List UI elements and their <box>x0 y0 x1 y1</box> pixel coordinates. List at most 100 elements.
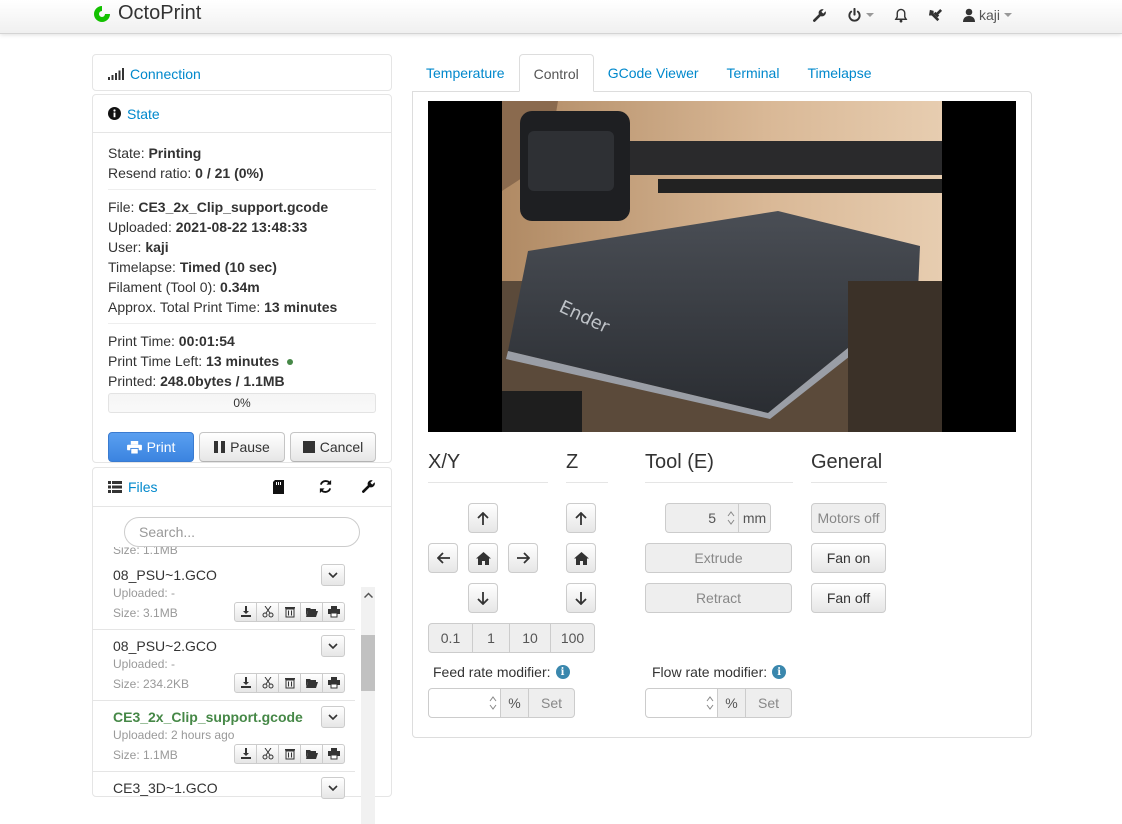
file-action-download-button[interactable] <box>234 673 257 693</box>
file-list-scrollbar[interactable] <box>361 587 375 824</box>
settings-wrench-button[interactable] <box>802 0 837 30</box>
file-action-trash-button[interactable] <box>278 602 301 622</box>
file-action-print-button[interactable] <box>322 744 345 764</box>
webcam-image: Ender <box>502 101 942 432</box>
jog-y-minus-button[interactable] <box>468 583 498 613</box>
jog-x-plus-button[interactable] <box>508 543 538 573</box>
tab-control[interactable]: Control <box>518 54 594 92</box>
folder-open-icon <box>305 679 318 688</box>
arrow-down-icon <box>575 591 587 605</box>
jog-z-minus-button[interactable] <box>566 583 596 613</box>
file-list-item[interactable]: CE3_3D~1.GCO <box>93 772 355 824</box>
jog-y-plus-button[interactable] <box>468 503 498 533</box>
step-0-1-button[interactable]: 0.1 <box>428 623 473 653</box>
motors-off-button[interactable]: Motors off <box>811 503 886 533</box>
step-100-button[interactable]: 100 <box>550 623 595 653</box>
file-action-scissors-button[interactable] <box>256 673 279 693</box>
fan-off-button[interactable]: Fan off <box>811 583 886 613</box>
feed-rate-input[interactable] <box>428 688 501 718</box>
divider <box>428 482 548 483</box>
state-header[interactable]: State <box>93 95 391 132</box>
extrude-amount-input[interactable]: 5 <box>665 503 739 533</box>
tab-temperature[interactable]: Temperature <box>412 54 519 92</box>
flow-rate-set-button[interactable]: Set <box>745 688 792 718</box>
fan-on-button[interactable]: Fan on <box>811 543 886 573</box>
tab-timelapse[interactable]: Timelapse <box>793 54 885 92</box>
info-icon[interactable]: i <box>772 665 787 679</box>
brand[interactable]: OctoPrint <box>92 2 201 25</box>
file-expand-button[interactable] <box>321 706 345 728</box>
plugin-tools-button[interactable] <box>918 0 953 30</box>
print-icon <box>327 748 340 760</box>
general-title: General <box>811 451 883 473</box>
file-search-input[interactable]: Search... <box>124 517 360 547</box>
flow-rate-percent-label: % <box>717 688 746 718</box>
divider <box>645 482 793 483</box>
file-action-scissors-button[interactable] <box>256 602 279 622</box>
extrude-button[interactable]: Extrude <box>645 543 792 573</box>
system-power-menu[interactable] <box>837 0 884 30</box>
retract-button[interactable]: Retract <box>645 583 792 613</box>
file-expand-button[interactable] <box>321 564 345 586</box>
info-icon[interactable]: i <box>555 665 570 679</box>
connection-header[interactable]: Connection <box>93 55 391 92</box>
file-action-folder-open-button[interactable] <box>300 744 323 764</box>
stepper-arrows-icon[interactable] <box>727 509 735 527</box>
tab-gcode-viewer[interactable]: GCode Viewer <box>594 54 713 92</box>
home-xy-button[interactable] <box>468 543 498 573</box>
sd-card-icon[interactable] <box>273 480 284 497</box>
file-action-trash-button[interactable] <box>278 744 301 764</box>
file-list-item[interactable]: 08_PSU~1.GCO Uploaded: - Size: 3.1MB <box>93 559 355 630</box>
notifications-button[interactable] <box>884 0 918 30</box>
feed-rate-percent-label: % <box>500 688 529 718</box>
jog-z-plus-button[interactable] <box>566 503 596 533</box>
file-expand-button[interactable] <box>321 777 345 799</box>
home-icon <box>573 551 589 565</box>
files-header[interactable]: Files <box>93 468 391 506</box>
step-1-button[interactable]: 1 <box>472 623 510 653</box>
main-tabs: Temperature Control GCode Viewer Termina… <box>412 54 886 92</box>
step-10-button[interactable]: 10 <box>509 623 551 653</box>
file-uploaded: Uploaded: 2 hours ago <box>113 728 235 742</box>
feed-rate-set-button[interactable]: Set <box>528 688 575 718</box>
scroll-up-icon[interactable] <box>363 585 374 601</box>
flow-rate-input[interactable] <box>645 688 718 718</box>
print-button[interactable]: Print <box>108 432 194 462</box>
jog-x-minus-button[interactable] <box>428 543 458 573</box>
file-list-item[interactable]: CE3_2x_Clip_support.gcode Uploaded: 2 hou… <box>93 701 355 772</box>
pause-button[interactable]: Pause <box>199 432 285 462</box>
printer-icon <box>126 440 142 454</box>
home-z-button[interactable] <box>566 543 596 573</box>
stepper-arrows-icon[interactable] <box>489 694 497 712</box>
stepper-arrows-icon[interactable] <box>706 694 714 712</box>
file-uploaded: Uploaded: - <box>113 657 176 671</box>
download-icon <box>240 677 251 688</box>
arrow-left-icon <box>436 552 450 564</box>
file-action-folder-open-button[interactable] <box>300 602 323 622</box>
divider <box>811 482 887 483</box>
file-action-trash-button[interactable] <box>278 673 301 693</box>
file-action-folder-open-button[interactable] <box>300 673 323 693</box>
connection-panel: Connection <box>92 54 392 91</box>
scroll-thumb[interactable] <box>361 635 375 691</box>
arrow-right-icon <box>516 552 530 564</box>
file-list-item[interactable]: 08_PSU~2.GCO Uploaded: - Size: 234.2KB <box>93 630 355 701</box>
refresh-icon[interactable] <box>318 479 333 497</box>
chevron-down-icon <box>328 643 338 649</box>
file-action-print-button[interactable] <box>322 673 345 693</box>
file-uploaded: Uploaded: - <box>113 586 176 600</box>
cancel-button[interactable]: Cancel <box>290 432 376 462</box>
arrow-down-icon <box>477 591 489 605</box>
file-action-print-button[interactable] <box>322 602 345 622</box>
file-action-download-button[interactable] <box>234 602 257 622</box>
scissors-icon <box>262 677 273 689</box>
file-action-download-button[interactable] <box>234 744 257 764</box>
chevron-down-icon <box>328 572 338 578</box>
resend-ratio-row: Resend ratio: 0 / 21 (0%) <box>108 165 264 181</box>
webcam-stream: Ender <box>428 101 1016 432</box>
tab-terminal[interactable]: Terminal <box>713 54 794 92</box>
wrench-icon[interactable] <box>361 479 376 497</box>
user-menu[interactable]: kaji <box>953 0 1022 30</box>
file-action-scissors-button[interactable] <box>256 744 279 764</box>
file-expand-button[interactable] <box>321 635 345 657</box>
